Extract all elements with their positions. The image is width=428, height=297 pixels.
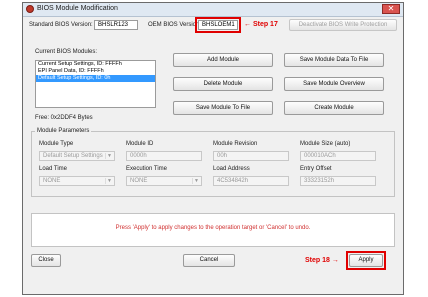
status-message-panel: Press 'Apply' to apply changes to the op… (31, 213, 395, 247)
save-module-to-file-button[interactable]: Save Module To File (173, 101, 273, 115)
list-item-selected[interactable]: Default Setup Settings, ID: 0h (36, 75, 155, 82)
module-type-value: Default Setup Settings (43, 153, 103, 159)
module-revision-field[interactable]: 00h (213, 151, 289, 161)
module-size-label: Module Size (auto) (300, 141, 351, 147)
step-17-annotation: ← Step 17 (244, 21, 278, 28)
execution-time-label: Execution Time (126, 166, 168, 172)
list-item[interactable]: Current Setup Settings, ID: FFFFh (36, 61, 155, 68)
standard-bios-version-field: BHSLR123 (94, 20, 138, 30)
save-module-data-to-file-button[interactable]: Save Module Data To File (284, 53, 384, 67)
entry-offset-label: Entry Offset (300, 166, 332, 172)
bios-module-modification-window: BIOS Module Modification ✕ Standard BIOS… (22, 2, 404, 295)
oem-bios-version-label: OEM BIOS Version: (148, 22, 202, 28)
status-message: Press 'Apply' to apply changes to the op… (115, 225, 311, 231)
load-address-label: Load Address (213, 166, 250, 172)
load-time-label: Load Time (39, 166, 68, 172)
free-bytes-label: Free: 0x2DDF4 Bytes (35, 115, 93, 121)
title-bar: BIOS Module Modification ✕ (23, 3, 403, 17)
bios-modules-list[interactable]: Current Setup Settings, ID: FFFFh EPI Pa… (35, 60, 156, 108)
load-time-value: NONE (43, 178, 61, 184)
current-bios-modules-label: Current BIOS Modules: (35, 49, 98, 55)
entry-offset-field[interactable]: 33323152h (300, 176, 376, 186)
module-id-label: Module ID (126, 141, 154, 147)
cancel-button[interactable]: Cancel (183, 254, 235, 267)
window-title: BIOS Module Modification (37, 5, 118, 12)
create-module-button[interactable]: Create Module (284, 101, 384, 115)
execution-time-combo[interactable]: NONE ▼ (126, 176, 202, 186)
step-18-highlight-box (346, 251, 386, 270)
chevron-down-icon: ▼ (105, 153, 113, 159)
load-address-field[interactable]: 4C534842h (213, 176, 289, 186)
load-time-combo[interactable]: NONE ▼ (39, 176, 115, 186)
module-type-label: Module Type (39, 141, 74, 147)
module-type-combo[interactable]: Default Setup Settings ▼ (39, 151, 115, 161)
chevron-down-icon: ▼ (192, 178, 200, 184)
save-module-overview-button[interactable]: Save Module Overview (284, 77, 384, 91)
standard-bios-version-label: Standard BIOS Version: (29, 22, 93, 28)
module-size-field[interactable]: 000010ACh (300, 151, 376, 161)
add-module-button[interactable]: Add Module (173, 53, 273, 67)
execution-time-value: NONE (130, 178, 148, 184)
deactivate-write-protection-button[interactable]: Deactivate BIOS Write Protection (289, 19, 397, 31)
app-icon (26, 5, 34, 13)
module-id-field[interactable]: 0000h (126, 151, 202, 161)
module-revision-label: Module Revision (213, 141, 258, 147)
window-close-button[interactable]: ✕ (382, 4, 400, 14)
close-button[interactable]: Close (31, 254, 61, 267)
step-17-highlight-box (195, 17, 241, 33)
delete-module-button[interactable]: Delete Module (173, 77, 273, 91)
step-18-annotation: Step 18 → (305, 257, 339, 264)
module-parameters-legend: Module Parameters (35, 128, 92, 134)
chevron-down-icon: ▼ (105, 178, 113, 184)
list-item[interactable]: EPI Panel Data, ID: FFFFh (36, 68, 155, 75)
